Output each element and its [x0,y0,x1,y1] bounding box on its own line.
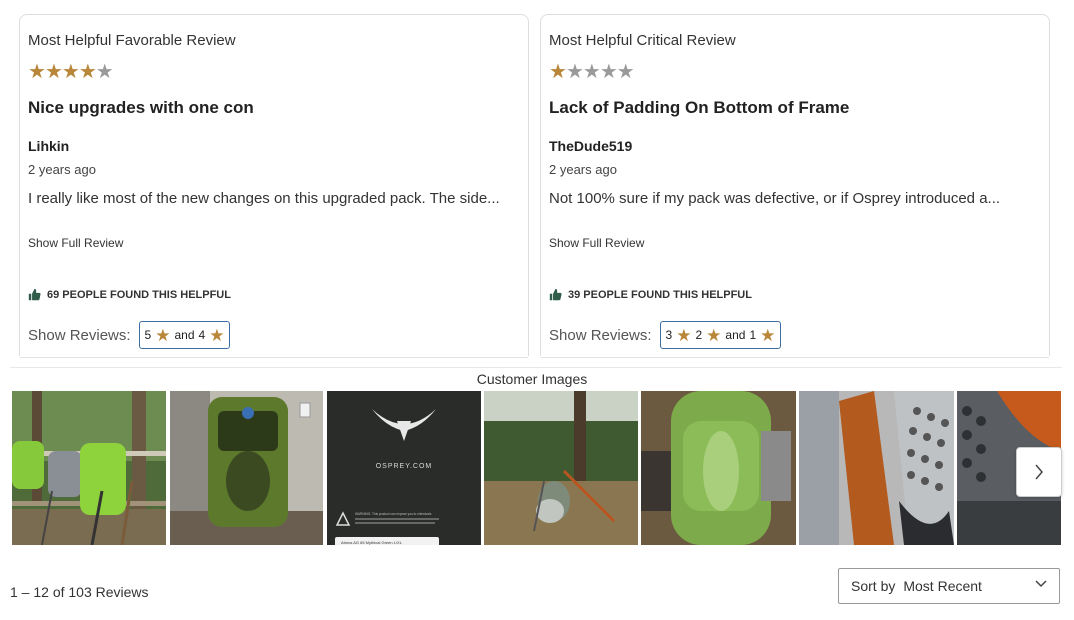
rating-stars: ★★★★★ [28,61,114,83]
sort-select[interactable]: Sort by Most Recent [838,568,1060,604]
reviews-count: 1 – 12 of 103 Reviews [10,584,149,600]
rating-stars: ★★★★★ [549,61,635,83]
helpful-text: 39 PEOPLE FOUND THIS HELPFUL [568,288,752,301]
star-icon: ★ [760,325,776,345]
star-icon: ★ [549,61,567,83]
star-icon: ★ [565,61,584,83]
star-icon: ★ [28,61,46,83]
show-reviews-label: Show Reviews: [549,326,652,344]
customer-image[interactable] [641,391,796,545]
sort-prefix: Sort by [851,578,896,594]
osprey-brand-text: OSPREY.COM [376,463,433,470]
critical-review-card: Most Helpful Critical Review ★★★★★ Lack … [540,14,1050,358]
review-author: Lihkin [28,138,70,154]
star-filter-button[interactable]: 5 ★ and 4 ★ [138,321,231,349]
filter-and: and [725,328,746,342]
star-icon: ★ [78,61,97,83]
show-reviews-row: Show Reviews: 3 ★ 2 ★ and 1 ★ [549,321,782,349]
filter-value: 3 [665,328,673,342]
customer-image[interactable] [12,391,166,545]
sort-value: Most Recent [903,578,982,594]
warning-text: WARNING: This product can expose you to … [355,512,432,516]
thumbs-up-icon [549,288,562,301]
customer-images-title: Customer Images [476,371,588,387]
star-icon: ★ [61,61,80,83]
chevron-right-icon [1035,464,1043,480]
show-reviews-label: Show Reviews: [28,326,131,344]
gallery-next-button[interactable] [1016,447,1062,497]
favorable-review-card: Most Helpful Favorable Review ★★★★★ Nice… [19,14,529,358]
product-tag-text: Atmos AG 65 Mythical Green L/XL [341,540,403,545]
show-full-review-link[interactable]: Show Full Review [549,236,644,250]
section-divider [10,367,1062,368]
filter-value: 4 [198,328,206,342]
star-icon: ★ [616,61,635,83]
customer-image[interactable] [484,391,638,545]
review-date: 2 years ago [549,162,617,177]
star-icon: ★ [676,325,692,345]
customer-image[interactable] [170,391,323,545]
filter-value: 1 [749,328,757,342]
show-reviews-row: Show Reviews: 5 ★ and 4 ★ [28,321,231,349]
review-author: TheDude519 [549,138,633,154]
helpful-count: 39 PEOPLE FOUND THIS HELPFUL [549,288,752,301]
customer-image[interactable]: OSPREY.COM WARNING: This product can exp… [327,391,481,545]
review-title: Nice upgrades with one con [28,98,254,117]
helpful-count: 69 PEOPLE FOUND THIS HELPFUL [28,288,231,301]
helpful-text: 69 PEOPLE FOUND THIS HELPFUL [47,288,231,301]
divider [20,357,528,358]
filter-value: 5 [144,328,152,342]
star-icon: ★ [599,61,618,83]
thumbs-up-icon [28,288,41,301]
star-icon: ★ [209,325,225,345]
review-excerpt: I really like most of the new changes on… [28,190,500,207]
star-icon: ★ [95,61,114,83]
review-title: Lack of Padding On Bottom of Frame [549,98,850,117]
review-excerpt: Not 100% sure if my pack was defective, … [549,190,1001,207]
star-icon: ★ [706,325,722,345]
star-icon: ★ [44,61,63,83]
filter-and: and [174,328,195,342]
card-label: Most Helpful Favorable Review [28,32,236,49]
review-date: 2 years ago [28,162,96,177]
filter-value: 2 [695,328,703,342]
star-icon: ★ [582,61,601,83]
chevron-down-icon [1035,580,1047,588]
card-label: Most Helpful Critical Review [549,32,736,49]
star-icon: ★ [155,325,171,345]
divider [541,357,1049,358]
show-full-review-link[interactable]: Show Full Review [28,236,123,250]
star-filter-button[interactable]: 3 ★ 2 ★ and 1 ★ [659,321,782,349]
customer-images-gallery: OSPREY.COM WARNING: This product can exp… [12,391,1061,545]
customer-image[interactable] [799,391,954,545]
